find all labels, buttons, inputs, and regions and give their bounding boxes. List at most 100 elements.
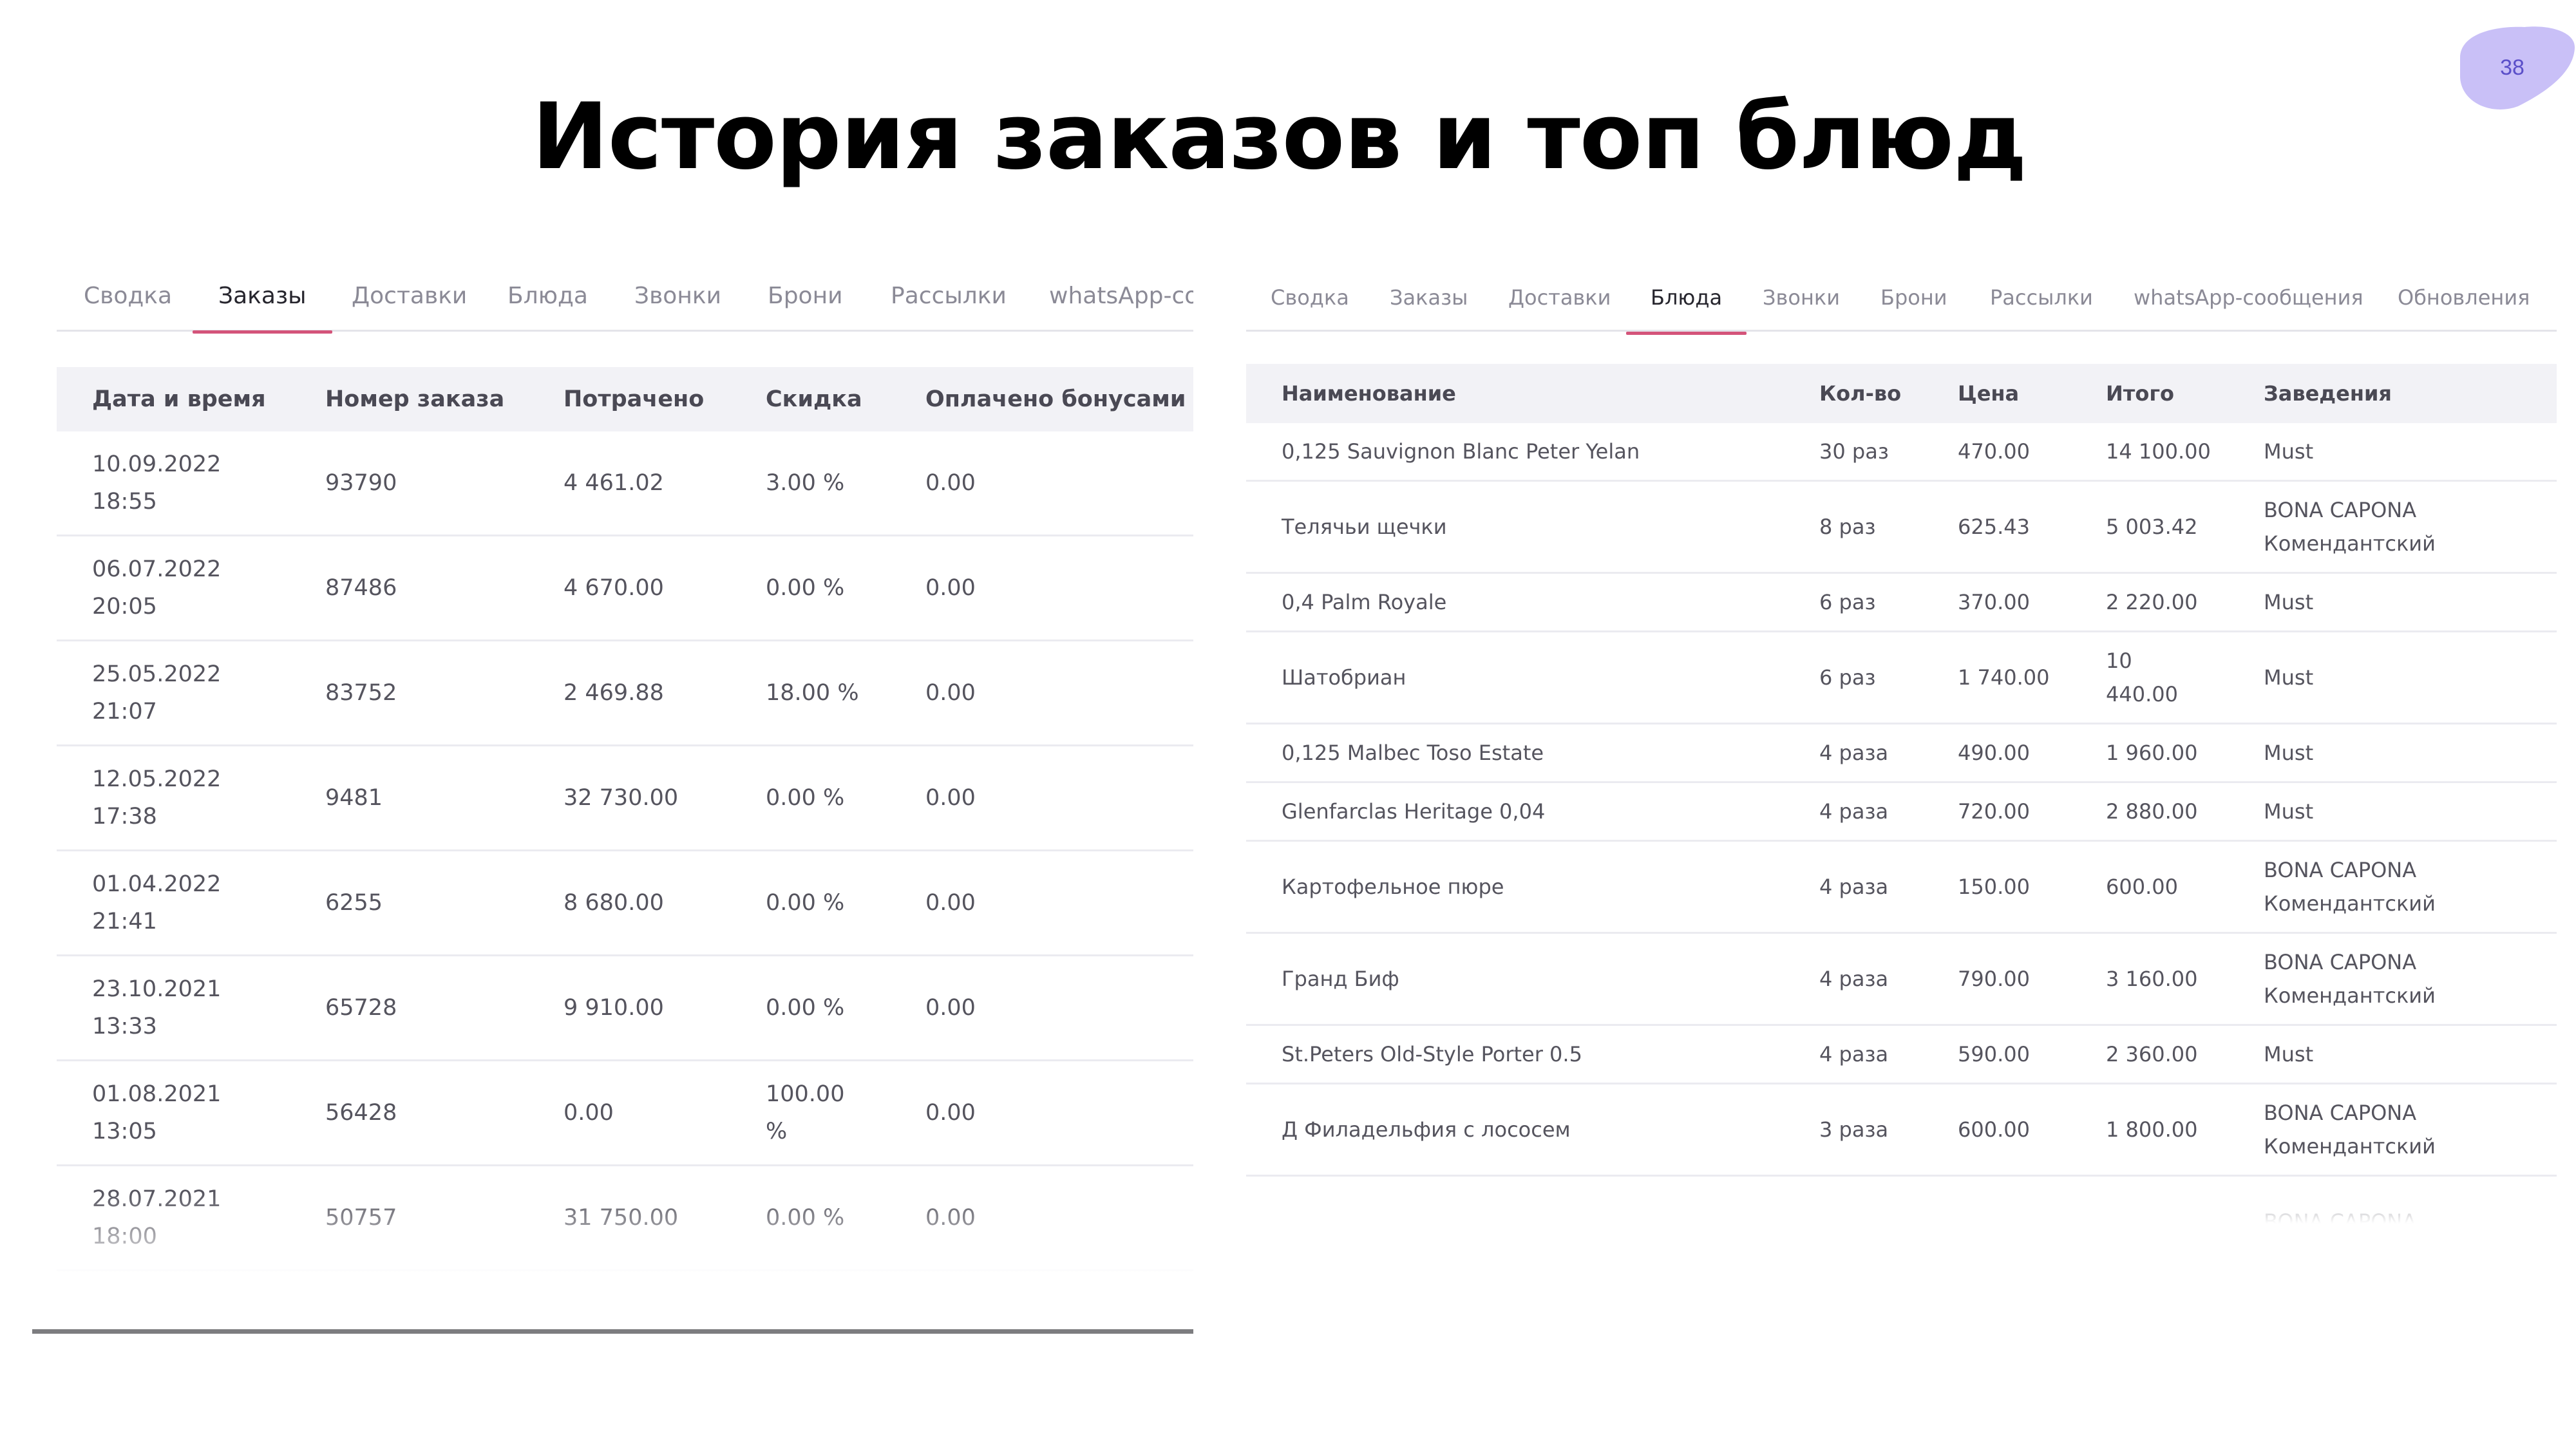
dish-venue-branch: Комендантский bbox=[2264, 983, 2436, 1008]
order-bonus: 0.00 bbox=[925, 535, 1193, 641]
dish-price: 370.00 bbox=[1958, 573, 2106, 632]
order-time: 21:41 bbox=[92, 909, 157, 934]
order-time: 17:38 bbox=[92, 804, 157, 829]
table-row[interactable]: Гранд Биф 4 раза 790.00 3 160.00 BONA CA… bbox=[1246, 933, 2557, 1026]
dish-price: 150.00 bbox=[1958, 840, 2106, 934]
column-header-quantity[interactable]: Кол-во bbox=[1819, 364, 1958, 423]
dish-venue: BONA CAPONA Комендантский bbox=[2264, 1083, 2557, 1177]
dish-quantity: 30 раз bbox=[1819, 423, 1958, 482]
tab-mailings[interactable]: Рассылки bbox=[891, 264, 1007, 332]
order-datetime: 12.05.2022 17:38 bbox=[57, 745, 325, 851]
table-row[interactable]: 0,4 Palm Royale 6 раз 370.00 2 220.00 Mu… bbox=[1246, 573, 2557, 632]
dish-quantity: 4 раза bbox=[1819, 840, 1958, 934]
table-row[interactable]: 28.07.2021 18:00 50757 31 750.00 0.00 % 0… bbox=[57, 1165, 1193, 1271]
dish-name: Гранд Биф bbox=[1246, 933, 1819, 1026]
order-bonus: 0.00 bbox=[925, 850, 1193, 956]
column-header-datetime[interactable]: Дата и время bbox=[57, 367, 325, 431]
column-header-bonus-paid[interactable]: Оплачено бонусами bbox=[925, 367, 1193, 431]
table-row[interactable]: 0,125 Sauvignon Blanc Peter Yelan 30 раз… bbox=[1246, 423, 2557, 482]
column-header-price[interactable]: Цена bbox=[1958, 364, 2106, 423]
order-discount: 0.00 % bbox=[766, 955, 925, 1061]
orders-table: Дата и время Номер заказа Потрачено Скид… bbox=[57, 367, 1193, 1271]
tab-whatsapp[interactable]: whatsApp-co bbox=[1049, 264, 1193, 332]
order-date: 10.09.2022 bbox=[92, 451, 222, 477]
order-discount-value: 100.00 bbox=[766, 1081, 845, 1107]
tab-dishes[interactable]: Блюда bbox=[1625, 265, 1747, 335]
orders-tab-bar: Сводка Заказы Доставки Блюда Звонки Брон… bbox=[57, 264, 1193, 334]
order-discount: 0.00 % bbox=[766, 1165, 925, 1271]
order-bonus: 0.00 bbox=[925, 955, 1193, 1061]
table-row[interactable]: 12.05.2022 17:38 9481 32 730.00 0.00 % 0.… bbox=[57, 745, 1193, 851]
table-row[interactable]: 01.08.2021 13:05 56428 0.00 100.00% 0.00 bbox=[57, 1060, 1193, 1166]
tab-updates[interactable]: Обновления bbox=[2398, 265, 2530, 333]
order-discount: 3.00 % bbox=[766, 431, 925, 536]
order-spent: 0.00 bbox=[564, 1060, 766, 1166]
dish-total-value-cont: 440.00 bbox=[2106, 682, 2178, 706]
dish-name: 0,4 Palm Royale bbox=[1246, 573, 1819, 632]
dish-venue: Must bbox=[2264, 631, 2557, 724]
table-row[interactable]: Шатобриан 6 раз 1 740.00 10 440.00 Must bbox=[1246, 631, 2557, 724]
order-number: 9481 bbox=[325, 745, 564, 851]
tab-deliveries[interactable]: Доставки bbox=[1508, 265, 1611, 333]
order-date: 23.10.2021 bbox=[92, 976, 222, 1002]
table-row[interactable]: Картофельное пюре 4 раза 150.00 600.00 B… bbox=[1246, 840, 2557, 934]
tab-orders[interactable]: Заказы bbox=[193, 264, 332, 334]
dish-total: 3 160.00 bbox=[2106, 933, 2264, 1026]
order-datetime: 10.09.2022 18:55 bbox=[57, 431, 325, 536]
tab-dishes[interactable]: Блюда bbox=[507, 264, 588, 332]
column-header-spent[interactable]: Потрачено bbox=[564, 367, 766, 431]
table-row[interactable]: Д Филадельфия с лососем 3 раза 600.00 1 … bbox=[1246, 1083, 2557, 1177]
tab-deliveries[interactable]: Доставки bbox=[352, 264, 467, 332]
dish-venue: Must bbox=[2264, 782, 2557, 842]
order-discount-value: 0.00 % bbox=[766, 1205, 845, 1231]
tab-orders[interactable]: Заказы bbox=[1390, 265, 1468, 333]
tab-whatsapp[interactable]: whatsApp-сообщения bbox=[2134, 265, 2363, 333]
order-discount-value: 0.00 % bbox=[766, 785, 845, 811]
table-row[interactable]: BONA CAPONA bbox=[1246, 1175, 2557, 1224]
order-discount-value: 0.00 % bbox=[766, 575, 845, 601]
dish-venue-name: BONA CAPONA bbox=[2264, 950, 2417, 974]
dish-venue-branch: Комендантский bbox=[2264, 1134, 2436, 1159]
tab-mailings[interactable]: Рассылки bbox=[1990, 265, 2093, 333]
dish-name: 0,125 Malbec Toso Estate bbox=[1246, 723, 1819, 783]
column-header-total[interactable]: Итого bbox=[2106, 364, 2264, 423]
order-datetime: 06.07.2022 20:05 bbox=[57, 535, 325, 641]
tab-bookings[interactable]: Брони bbox=[768, 264, 843, 332]
tab-summary[interactable]: Сводка bbox=[1271, 265, 1349, 333]
tab-calls[interactable]: Звонки bbox=[1763, 265, 1840, 333]
dishes-table-header: Наименование Кол-во Цена Итого Заведения bbox=[1246, 364, 2557, 423]
table-row[interactable]: St.Peters Old-Style Porter 0.5 4 раза 59… bbox=[1246, 1025, 2557, 1084]
table-row[interactable]: 23.10.2021 13:33 65728 9 910.00 0.00 % 0.… bbox=[57, 955, 1193, 1061]
column-header-order-number[interactable]: Номер заказа bbox=[325, 367, 564, 431]
table-row[interactable]: 10.09.2022 18:55 93790 4 461.02 3.00 % 0.… bbox=[57, 431, 1193, 536]
page-number: 38 bbox=[2500, 55, 2524, 80]
dish-name: Glenfarclas Heritage 0,04 bbox=[1246, 782, 1819, 842]
tab-bookings[interactable]: Брони bbox=[1880, 265, 1947, 333]
order-time: 20:05 bbox=[92, 594, 157, 620]
dish-quantity bbox=[1819, 1175, 1958, 1224]
order-spent: 4 461.02 bbox=[564, 431, 766, 536]
table-row[interactable]: Glenfarclas Heritage 0,04 4 раза 720.00 … bbox=[1246, 782, 2557, 842]
table-row[interactable]: 25.05.2022 21:07 83752 2 469.88 18.00 % 0… bbox=[57, 640, 1193, 746]
orders-panel: Сводка Заказы Доставки Блюда Звонки Брон… bbox=[57, 264, 1193, 1282]
dishes-table: Наименование Кол-во Цена Итого Заведения… bbox=[1246, 364, 2557, 1224]
dish-quantity: 4 раза bbox=[1819, 1025, 1958, 1084]
dish-venue-name: BONA CAPONA bbox=[2264, 1101, 2417, 1125]
column-header-discount[interactable]: Скидка bbox=[766, 367, 925, 431]
table-row[interactable]: 06.07.2022 20:05 87486 4 670.00 0.00 % 0.… bbox=[57, 535, 1193, 641]
table-row[interactable]: 01.04.2022 21:41 6255 8 680.00 0.00 % 0.0… bbox=[57, 850, 1193, 956]
tab-summary[interactable]: Сводка bbox=[84, 264, 172, 332]
table-row[interactable]: Телячьи щечки 8 раз 625.43 5 003.42 BONA… bbox=[1246, 480, 2557, 574]
dish-venue-name: Must bbox=[2264, 799, 2314, 824]
order-bonus: 0.00 bbox=[925, 431, 1193, 536]
dish-venue-branch: Комендантский bbox=[2264, 531, 2436, 556]
column-header-name[interactable]: Наименование bbox=[1246, 364, 1819, 423]
tab-calls[interactable]: Звонки bbox=[634, 264, 721, 332]
order-number: 93790 bbox=[325, 431, 564, 536]
order-date: 01.04.2022 bbox=[92, 871, 222, 897]
table-row[interactable]: 0,125 Malbec Toso Estate 4 раза 490.00 1… bbox=[1246, 723, 2557, 783]
order-datetime: 25.05.2022 21:07 bbox=[57, 640, 325, 746]
column-header-venues[interactable]: Заведения bbox=[2264, 364, 2557, 423]
order-discount: 0.00 % bbox=[766, 535, 925, 641]
orders-table-header: Дата и время Номер заказа Потрачено Скид… bbox=[57, 367, 1193, 431]
